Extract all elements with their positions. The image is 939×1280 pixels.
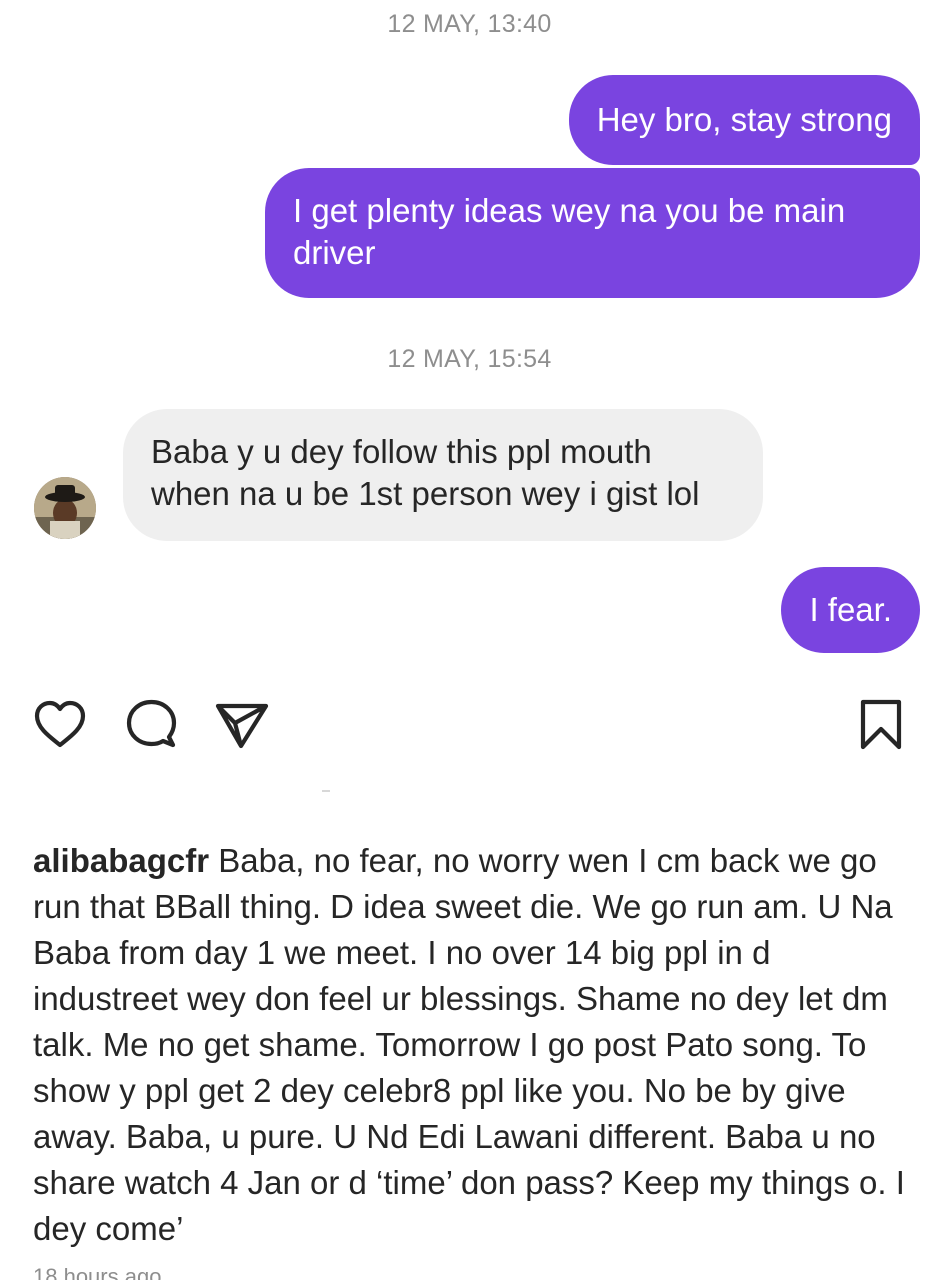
avatar[interactable]: [34, 477, 96, 539]
message-timestamp: 12 MAY, 13:40: [387, 10, 552, 38]
heart-icon[interactable]: [32, 697, 88, 753]
bookmark-icon[interactable]: [853, 697, 909, 753]
caption-text: Baba, no fear, no worry wen I cm back we…: [33, 842, 905, 1247]
incoming-message[interactable]: Baba y u dey follow this ppl mouth when …: [123, 409, 763, 541]
comment-icon[interactable]: [124, 697, 180, 753]
post-caption: alibabagcfr Baba, no fear, no worry wen …: [33, 838, 913, 1252]
send-icon[interactable]: [214, 697, 270, 753]
outgoing-message[interactable]: I get plenty ideas wey na you be main dr…: [265, 168, 920, 298]
outgoing-message[interactable]: I fear.: [781, 567, 920, 653]
caption-username[interactable]: alibabagcfr: [33, 842, 209, 879]
post-screenshot: 12 MAY, 13:40 Hey bro, stay strong I get…: [0, 0, 939, 1280]
message-timestamp: 12 MAY, 15:54: [387, 345, 552, 373]
avatar-photo: [34, 477, 96, 539]
post-time: 18 hours ago: [33, 1264, 162, 1280]
divider: [322, 790, 330, 792]
outgoing-message[interactable]: Hey bro, stay strong: [568, 75, 920, 165]
